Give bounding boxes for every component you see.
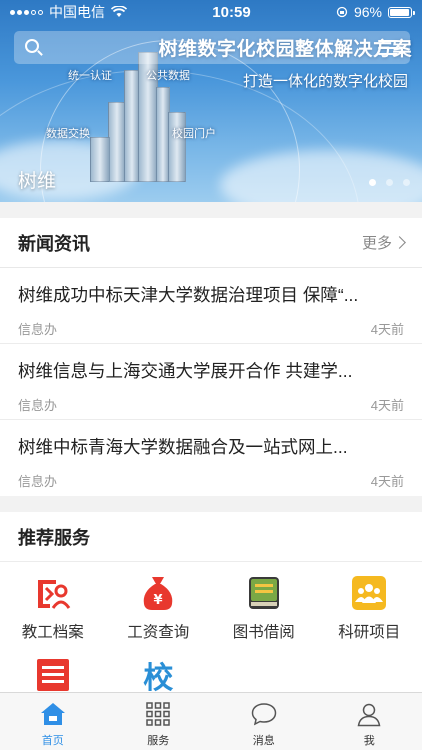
svg-text:¥: ¥ (154, 593, 163, 608)
service-label: 科研项目 (338, 624, 401, 641)
news-source: 信息办 (18, 398, 58, 413)
service-label: 图书借阅 (232, 624, 295, 641)
message-icon (251, 703, 277, 726)
carrier-name: 中国电信 (49, 4, 105, 20)
news-time: 4天前 (370, 322, 404, 337)
banner-subtitle: 打造一体化的数字化校园 (242, 73, 408, 90)
user-icon (357, 703, 381, 727)
banner-node-label: 校园门户 (172, 128, 216, 140)
school-icon: 校 (139, 656, 177, 696)
home-icon (40, 703, 65, 725)
tab-me[interactable]: 我 (317, 693, 422, 750)
app-screen: 统一认证 公共数据 数据交换 校园门户 树维数字化校园整体解决方案 打造一体化的… (0, 0, 422, 750)
signal-icon (10, 9, 43, 15)
bottom-tab-bar: 首页 服务 消息 我 (0, 692, 422, 750)
carousel-dot[interactable] (403, 179, 410, 186)
salary-bag-icon: ¥ (139, 574, 177, 612)
more-link[interactable]: 更多 (361, 232, 406, 253)
service-staff-archive[interactable]: 教工档案 (0, 572, 106, 654)
clock: 10:59 (212, 3, 251, 21)
wifi-icon (111, 6, 127, 17)
search-bar[interactable] (14, 31, 410, 64)
tab-label: 首页 (41, 735, 64, 747)
service-library[interactable]: 图书借阅 (211, 572, 317, 654)
news-item[interactable]: 树维信息与上海交通大学展开合作 共建学... 信息办 4天前 (0, 344, 422, 420)
status-bar: 中国电信 10:59 96% (0, 0, 422, 24)
banner-node-label: 公共数据 (146, 70, 190, 82)
news-title: 树维成功中标天津大学数据治理项目 保障“... (18, 285, 359, 305)
search-input[interactable] (48, 31, 348, 64)
news-time: 4天前 (370, 474, 404, 489)
news-section: 新闻资讯 更多 树维成功中标天津大学数据治理项目 保障“... 信息办 4天前 … (0, 218, 422, 496)
carousel-indicator[interactable] (369, 179, 410, 186)
tab-home[interactable]: 首页 (0, 693, 106, 750)
carousel-dot[interactable] (386, 179, 393, 186)
book-icon (245, 574, 283, 612)
tab-messages[interactable]: 消息 (211, 693, 317, 750)
menu-icon[interactable] (378, 40, 398, 55)
service-salary[interactable]: ¥ 工资查询 (106, 572, 212, 654)
search-icon (25, 39, 39, 53)
banner-node-label: 统一认证 (68, 70, 112, 82)
school-glyph: 校 (143, 661, 174, 696)
services-section-title: 推荐服务 (18, 527, 90, 548)
news-source: 信息办 (18, 322, 58, 337)
research-team-icon (350, 574, 388, 612)
services-header: 推荐服务 (0, 512, 422, 562)
news-title: 树维信息与上海交通大学展开合作 共建学... (18, 361, 353, 381)
news-source: 信息办 (18, 474, 58, 489)
news-header: 新闻资讯 更多 (0, 218, 422, 268)
tab-label: 消息 (252, 735, 275, 747)
rotation-lock-icon (336, 6, 348, 18)
news-item[interactable]: 树维中标青海大学数据融合及一站式网上... 信息办 4天前 (0, 420, 422, 496)
grid-icon (146, 702, 170, 726)
more-label: 更多 (361, 235, 392, 252)
news-title: 树维中标青海大学数据融合及一站式网上... (18, 437, 348, 457)
banner-node-label: 数据交换 (46, 128, 90, 140)
carousel-dot-active[interactable] (369, 179, 376, 186)
tab-services[interactable]: 服务 (106, 693, 212, 750)
service-research[interactable]: 科研项目 (317, 572, 422, 654)
chevron-right-icon (393, 236, 406, 249)
news-section-title: 新闻资讯 (18, 233, 90, 254)
news-time: 4天前 (370, 398, 404, 413)
banner-caption: 树维 (18, 171, 57, 192)
service-label: 教工档案 (21, 624, 84, 641)
battery-percent: 96% (353, 4, 382, 20)
staff-archive-icon (34, 574, 72, 612)
news-item[interactable]: 树维成功中标天津大学数据治理项目 保障“... 信息办 4天前 (0, 268, 422, 344)
battery-icon (388, 6, 415, 18)
tab-label: 服务 (147, 735, 170, 747)
tab-label: 我 (363, 735, 375, 747)
service-label: 工资查询 (127, 624, 190, 641)
list-icon (34, 656, 72, 694)
